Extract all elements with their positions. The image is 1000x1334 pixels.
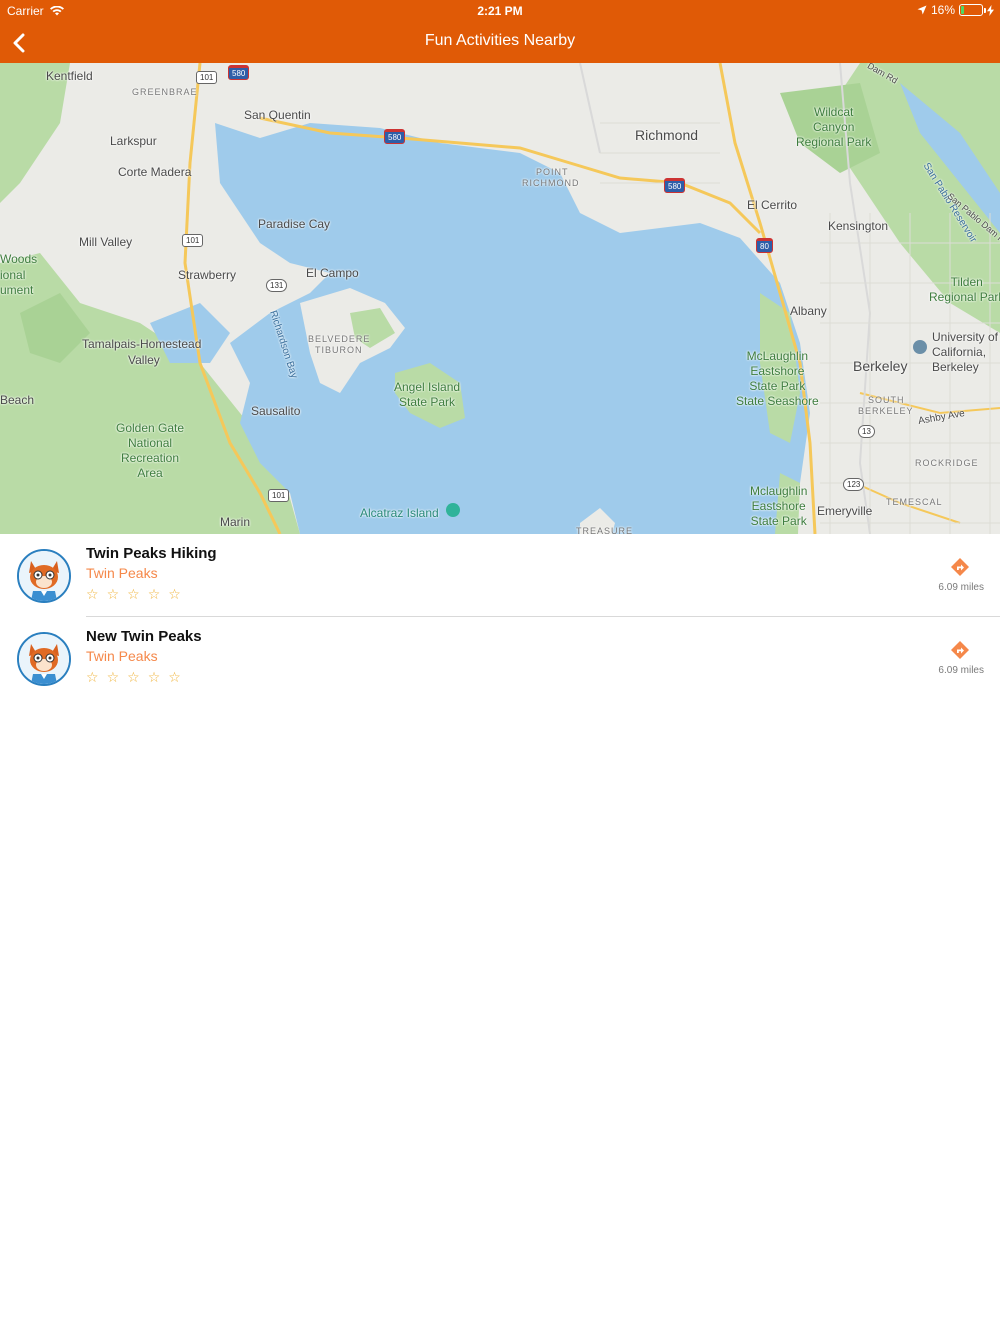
route-shield-101-b: 101 bbox=[182, 234, 204, 247]
route-shield-580-c: 580 bbox=[664, 178, 686, 193]
star-icon: ☆ bbox=[127, 669, 140, 685]
map-label-ional: ional bbox=[0, 268, 26, 282]
map-label-el-cerrito: El Cerrito bbox=[747, 198, 798, 212]
rating-stars: ☆ ☆ ☆ ☆ ☆ bbox=[86, 587, 181, 601]
map-label-south-berkeley: BERKELEY bbox=[858, 406, 914, 416]
map-label-kensington: Kensington bbox=[828, 219, 889, 233]
activity-title: New Twin Peaks bbox=[86, 628, 202, 645]
map-label-marin: Marin bbox=[220, 515, 251, 529]
map-label-mclaughlin-b: Mclaughlin Eastshore State Park bbox=[750, 484, 808, 528]
map-label-ument: ument bbox=[0, 283, 34, 297]
map-label-rockridge: ROCKRIDGE bbox=[915, 458, 979, 468]
route-shield-131: 131 bbox=[266, 279, 288, 292]
status-time: 2:21 PM bbox=[477, 4, 523, 18]
map-label-tiburon: TIBURON bbox=[315, 345, 363, 355]
map-label-ggnra: Golden Gate National Recreation Area bbox=[116, 421, 185, 480]
star-icon: ☆ bbox=[147, 586, 161, 602]
battery-icon bbox=[959, 4, 986, 16]
map-label-strawberry: Strawberry bbox=[178, 268, 237, 282]
map-label-mclaughlin: McLaughlin Eastshore State Park State Seash… bbox=[736, 349, 819, 408]
star-icon: ☆ bbox=[168, 586, 181, 602]
distance-label: 6.09 miles bbox=[938, 665, 984, 676]
battery-percent: 16% bbox=[930, 3, 955, 17]
distance-label: 6.09 miles bbox=[938, 582, 984, 593]
university-pin-icon[interactable] bbox=[913, 340, 927, 354]
map-label-valley: Valley bbox=[128, 353, 160, 367]
location-arrow-icon bbox=[917, 5, 927, 15]
activity-location: Twin Peaks bbox=[86, 648, 158, 664]
directions-icon bbox=[951, 558, 969, 576]
route-shield-123: 123 bbox=[843, 478, 865, 491]
directions-icon bbox=[951, 641, 969, 659]
route-shield-580-a: 580 bbox=[228, 65, 250, 80]
map-view[interactable]: Kentfield GREENBRAE San Quentin Larkspur… bbox=[0, 63, 1000, 534]
map-label-corte-madera: Corte Madera bbox=[118, 165, 192, 179]
route-shield-101-c: 101 bbox=[268, 489, 290, 502]
map-label-san-quentin: San Quentin bbox=[244, 108, 311, 122]
avatar bbox=[17, 549, 71, 603]
map-label-richmond: Richmond bbox=[635, 127, 699, 143]
charging-bolt-icon bbox=[987, 4, 994, 16]
mascot-fox-icon bbox=[19, 551, 69, 601]
route-shield-13: 13 bbox=[858, 425, 875, 438]
map-label-mill-valley: Mill Valley bbox=[79, 235, 133, 249]
page-title: Fun Activities Nearby bbox=[424, 32, 576, 49]
star-icon: ☆ bbox=[86, 586, 99, 602]
avatar bbox=[17, 632, 71, 686]
map-label-uc-berkeley: University of California, Berkeley bbox=[932, 330, 999, 374]
directions-button[interactable] bbox=[950, 557, 970, 577]
map-label-treasure: TREASURE bbox=[576, 526, 634, 534]
navigation-bar: Fun Activities Nearby bbox=[0, 22, 1000, 63]
map-label-greenbrae: GREENBRAE bbox=[132, 87, 198, 97]
activity-row[interactable]: Twin Peaks Hiking Twin Peaks ☆ ☆ ☆ ☆ ☆ 6… bbox=[0, 534, 1000, 617]
map-label-kentfield: Kentfield bbox=[46, 69, 93, 83]
map-label-point: POINT bbox=[536, 167, 569, 177]
map-label-beach: Beach bbox=[0, 393, 35, 407]
map-label-woods: Woods bbox=[0, 252, 38, 266]
star-icon: ☆ bbox=[147, 669, 161, 685]
route-shield-101-a: 101 bbox=[196, 71, 218, 84]
star-icon: ☆ bbox=[86, 669, 99, 685]
map-label-point-richmond: RICHMOND bbox=[522, 178, 580, 188]
map-label-el-campo: El Campo bbox=[306, 266, 359, 280]
map-label-sausalito: Sausalito bbox=[251, 404, 301, 418]
map-label-paradise-cay: Paradise Cay bbox=[258, 217, 331, 231]
map-label-berkeley: Berkeley bbox=[853, 358, 908, 374]
status-bar: Carrier 2:21 PM 16% bbox=[0, 0, 1000, 22]
activity-title: Twin Peaks Hiking bbox=[86, 545, 217, 562]
map-label-emeryville: Emeryville bbox=[817, 504, 873, 518]
activity-list: Twin Peaks Hiking Twin Peaks ☆ ☆ ☆ ☆ ☆ 6… bbox=[0, 534, 1000, 700]
map-label-tamalpais: Tamalpais-Homestead bbox=[82, 337, 202, 351]
map-label-belvedere: BELVEDERE bbox=[308, 334, 371, 344]
map-label-temescal: TEMESCAL bbox=[886, 497, 943, 507]
directions-button[interactable] bbox=[950, 640, 970, 660]
map-label-larkspur: Larkspur bbox=[110, 134, 157, 148]
activity-row[interactable]: New Twin Peaks Twin Peaks ☆ ☆ ☆ ☆ ☆ 6.09… bbox=[0, 617, 1000, 700]
map-label-wildcat: Wildcat Canyon Regional Park bbox=[796, 105, 872, 149]
star-icon: ☆ bbox=[127, 586, 140, 602]
star-icon: ☆ bbox=[106, 586, 120, 602]
map-label-angel-island: Angel Island State Park bbox=[394, 380, 461, 409]
alcatraz-pin-icon[interactable] bbox=[446, 503, 460, 517]
star-icon: ☆ bbox=[168, 669, 181, 685]
star-icon: ☆ bbox=[106, 669, 120, 685]
map-label-south: SOUTH bbox=[868, 395, 905, 405]
battery-level bbox=[961, 6, 965, 14]
map-label-alcatraz: Alcatraz Island bbox=[360, 506, 439, 520]
map-label-albany: Albany bbox=[790, 304, 827, 318]
activity-location: Twin Peaks bbox=[86, 565, 158, 581]
route-shield-580-b: 580 bbox=[384, 129, 406, 144]
mascot-fox-icon bbox=[19, 634, 69, 684]
rating-stars: ☆ ☆ ☆ ☆ ☆ bbox=[86, 670, 181, 684]
status-right: 16% bbox=[917, 3, 994, 17]
map-label-tilden: Tilden Regional Park bbox=[929, 275, 1000, 304]
route-shield-80: 80 bbox=[756, 238, 773, 253]
